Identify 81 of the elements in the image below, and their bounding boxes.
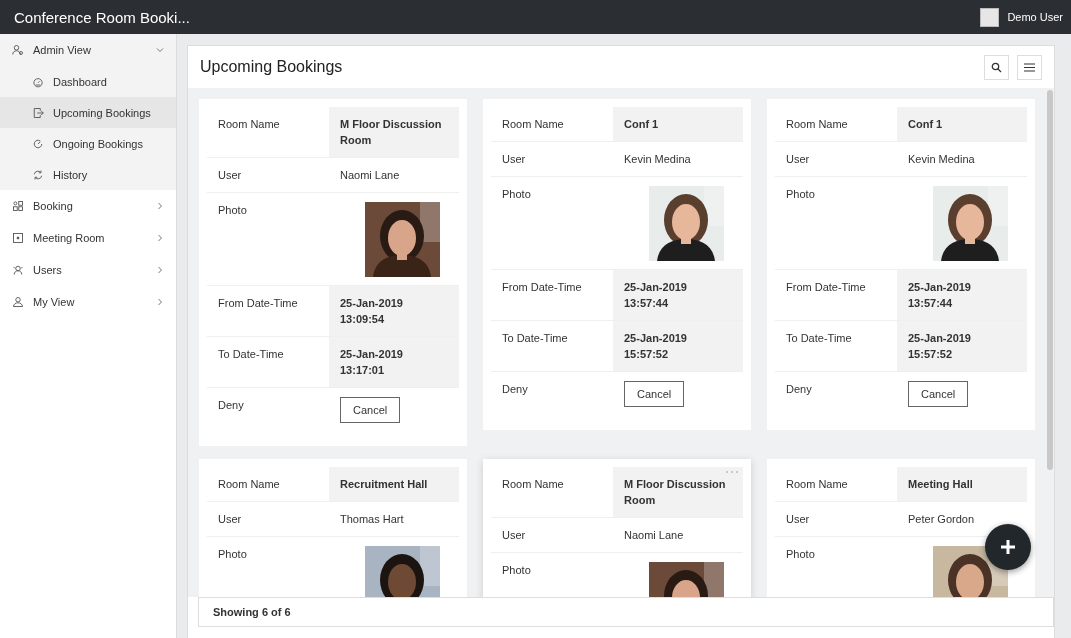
field-value: Kevin Medina [623, 152, 692, 167]
person-icon [12, 296, 24, 308]
room-value: 25-Jan-2019 13:57:44 [613, 270, 743, 320]
room-value: Conf 1 [613, 107, 743, 141]
field-label: To Date-Time [785, 331, 853, 346]
room-value: Meeting Hall [897, 467, 1027, 501]
users-icon [12, 264, 24, 276]
field-label: Room Name [217, 117, 281, 132]
sidebar-subitem[interactable]: History [0, 159, 176, 190]
field-label: User [217, 512, 243, 527]
menu-button[interactable] [1017, 54, 1042, 80]
field-label: Room Name [785, 117, 849, 132]
field-label: Photo [785, 547, 816, 562]
field-label: Room Name [785, 477, 849, 492]
field-label: User [785, 512, 811, 527]
field-label: From Date-Time [785, 280, 867, 295]
field-label: User [501, 528, 527, 543]
field-label: To Date-Time [501, 331, 569, 346]
search-button[interactable] [984, 54, 1009, 80]
chevron-icon [156, 298, 164, 306]
field-value: Peter Gordon [907, 512, 976, 527]
room-value: M Floor Discussion Room [613, 467, 743, 517]
chevron-icon [156, 266, 164, 274]
booking-icon [12, 200, 24, 212]
field-label: Room Name [501, 117, 565, 132]
field-label: User [501, 152, 527, 167]
field-label: Room Name [501, 477, 565, 492]
sidebar-subitem[interactable]: Ongoing Bookings [0, 128, 176, 159]
app-title: Conference Room Booki... [14, 8, 190, 26]
chevron-icon [156, 202, 164, 210]
plus-icon [1000, 539, 1016, 555]
room-value: M Floor Discussion Room [329, 107, 459, 157]
clock-icon [32, 137, 44, 150]
room-value: 25-Jan-2019 13:17:01 [329, 337, 459, 387]
room-icon [12, 232, 24, 244]
room-value: Conf 1 [897, 107, 1027, 141]
sidebar-item[interactable]: Admin View [0, 34, 176, 66]
field-label: To Date-Time [217, 347, 285, 362]
room-value: 25-Jan-2019 13:57:44 [897, 270, 1027, 320]
field-label: Photo [501, 563, 532, 578]
sidebar-subitem[interactable]: Dashboard [0, 66, 176, 97]
menu-icon [1024, 62, 1035, 72]
room-value: 25-Jan-2019 15:57:52 [613, 321, 743, 371]
field-label: User [217, 168, 243, 183]
field-value: Thomas Hart [339, 512, 405, 527]
field-label: Deny [785, 382, 813, 397]
search-icon [991, 61, 1002, 73]
field-label: Photo [785, 187, 816, 202]
chevron-icon [156, 46, 164, 54]
field-label: Photo [501, 187, 532, 202]
field-label: User [785, 152, 811, 167]
field-label: Deny [501, 382, 529, 397]
avatar-icon[interactable] [980, 7, 1000, 27]
sidebar-item[interactable]: Users [0, 254, 176, 286]
sync-icon [32, 168, 44, 181]
cancel-button[interactable]: Cancel [908, 381, 969, 407]
field-value: Kevin Medina [907, 152, 976, 167]
sidebar-item[interactable]: Meeting Room [0, 222, 176, 254]
room-value: 25-Jan-2019 15:57:52 [897, 321, 1027, 371]
chevron-icon [156, 234, 164, 242]
field-label: Room Name [217, 477, 281, 492]
sidebar-item[interactable]: Booking [0, 190, 176, 222]
field-value: Naomi Lane [623, 528, 685, 543]
results-count: Showing 6 of 6 [198, 597, 1054, 627]
field-label: Photo [217, 203, 248, 218]
sidebar-subitem[interactable]: Upcoming Bookings [0, 97, 176, 128]
panel-title: Upcoming Bookings [200, 58, 343, 76]
room-value: Recruitment Hall [329, 467, 459, 501]
field-label: From Date-Time [217, 296, 299, 311]
admin-icon [12, 44, 24, 56]
user-name[interactable]: Demo User [1007, 11, 1063, 23]
field-value: Naomi Lane [339, 168, 401, 183]
field-label: Photo [217, 547, 248, 562]
gauge-icon [32, 75, 44, 88]
field-label: Deny [217, 398, 245, 413]
exit-icon [32, 106, 44, 119]
cancel-button[interactable]: Cancel [340, 397, 401, 423]
room-value: 25-Jan-2019 13:09:54 [329, 286, 459, 336]
cancel-button[interactable]: Cancel [624, 381, 685, 407]
field-label: From Date-Time [501, 280, 583, 295]
sidebar-item[interactable]: My View [0, 286, 176, 318]
